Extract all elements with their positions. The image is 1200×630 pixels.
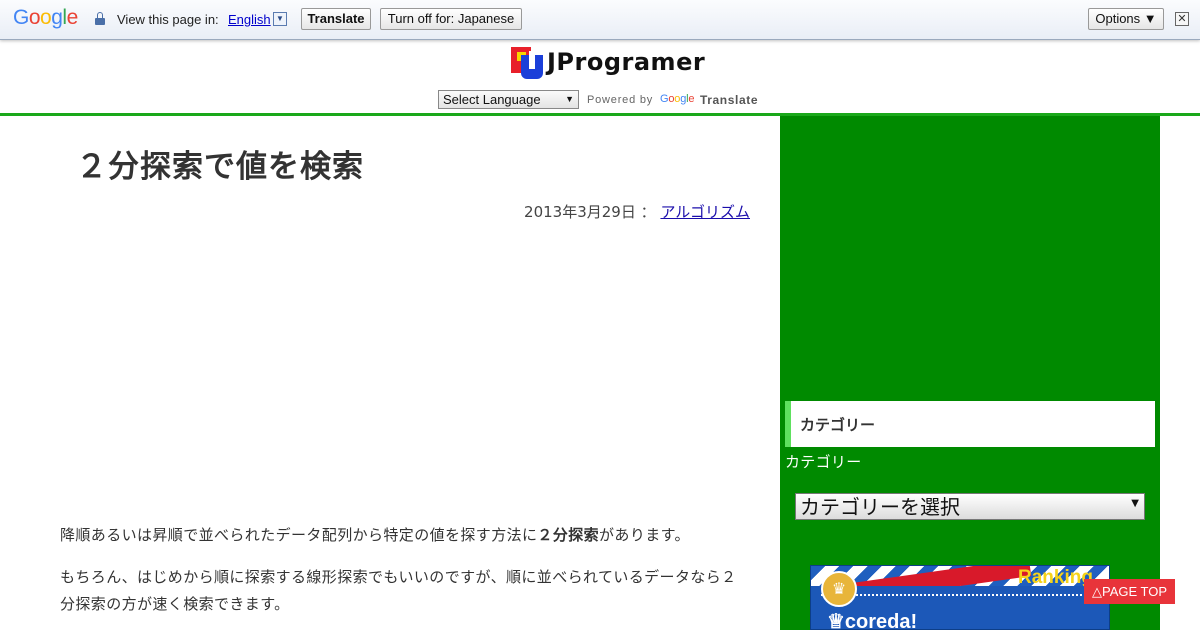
site-title[interactable]: JProgramer [547,48,705,76]
select-language-value: Select Language [443,92,541,107]
google-logo: Google [13,6,78,30]
ranking-banner[interactable]: ♛ Ranking ♕coreda! [810,565,1110,630]
paragraph-2: もちろん、はじめから順に探索する線形探索でもいいのですが、順に並べられているデー… [60,568,737,613]
crown-icon: ♛ [821,571,857,607]
lock-icon [95,12,105,26]
view-page-label: View this page in: [117,12,219,27]
google-small-logo: Google [660,93,694,105]
post-date: 2013年3月29日 [524,203,636,221]
logo-letter-5: e [688,93,695,105]
logo-letter-3: g [51,6,63,29]
translate-label[interactable]: Translate [700,93,758,107]
category-dropdown[interactable]: カテゴリーを選択 ▼ [795,493,1145,520]
language-dropdown-icon[interactable]: ▼ [273,12,287,26]
post-meta-separator: ： [640,203,656,221]
dotted-divider [821,594,1101,596]
powered-by-label: Powered by [587,94,654,106]
language-link[interactable]: English [228,12,271,27]
logo-letter-2: o [40,6,52,29]
post-meta: 2013年3月29日 ： アルゴリズム [380,201,750,222]
logo-letter-5: e [66,6,79,29]
category-heading-text: カテゴリー [800,416,876,434]
sidebar [780,116,1160,630]
ranking-text: Ranking [1018,567,1093,588]
page-top-button[interactable]: △PAGE TOP [1084,579,1175,604]
paragraph-1-text: 降順あるいは昇順で並べられたデータ配列から特定の値を探す方法に [60,526,538,544]
paragraph-1: 降順あるいは昇順で並べられたデータ配列から特定の値を探す方法に２分探索があります… [60,522,750,549]
category-dropdown-value: カテゴリーを選択 [800,495,960,519]
paragraph-1-end: があります。 [599,526,690,544]
post-title: ２分探索で値を検索 [76,149,364,185]
translate-bar: Google View this page in: English ▼ Tran… [0,0,1200,40]
site-logo-icon[interactable] [511,47,543,79]
chevron-down-icon: ▼ [1131,498,1139,509]
close-icon[interactable]: ✕ [1175,12,1189,26]
translate-button[interactable]: Translate [301,8,371,30]
paragraph-1-bold: ２分探索 [537,526,600,544]
category-widget-heading: カテゴリー [785,401,1155,447]
coreda-logo: ♕coreda! [827,611,918,630]
select-language-dropdown[interactable]: Select Language ▼ [438,90,579,109]
turn-off-button[interactable]: Turn off for: Japanese [380,8,522,30]
category-label: カテゴリー [785,453,862,471]
category-link[interactable]: アルゴリズム [660,203,750,221]
logo-letter-0: G [13,6,29,29]
chevron-down-icon: ▼ [565,94,574,104]
logo-letter-1: o [28,6,41,29]
options-button[interactable]: Options ▼ [1088,8,1164,30]
